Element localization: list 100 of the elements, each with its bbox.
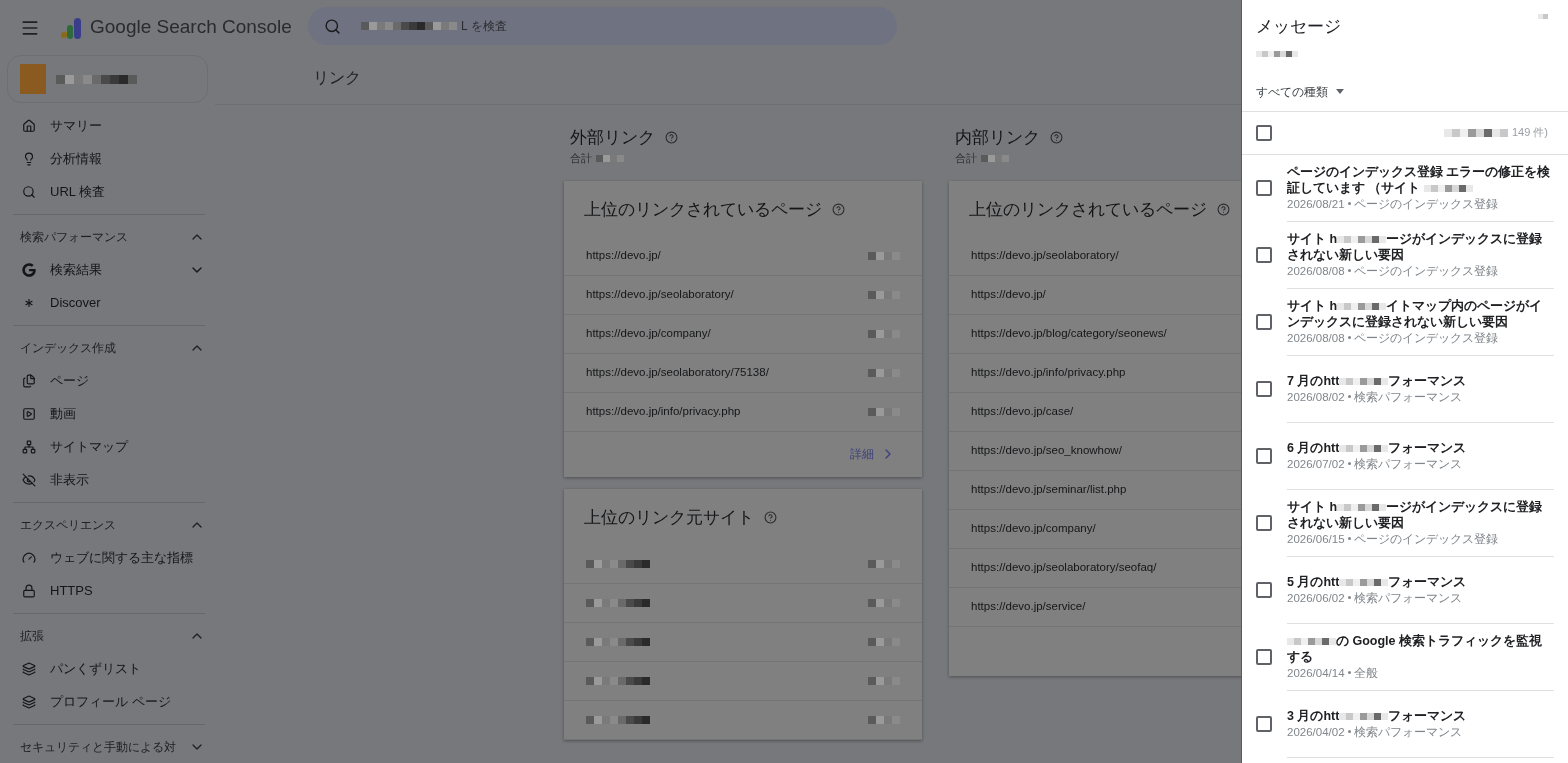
help-icon[interactable] bbox=[1050, 131, 1063, 145]
pixelated-count bbox=[868, 559, 900, 568]
url-text[interactable]: https://devo.jp/company/ bbox=[971, 519, 1096, 538]
lock-icon bbox=[22, 583, 36, 598]
pixelated-close bbox=[1538, 14, 1548, 19]
pixelated-text bbox=[1287, 637, 1336, 645]
card-title: 上位のリンク元サイト bbox=[584, 506, 754, 529]
checkbox[interactable] bbox=[1256, 448, 1272, 464]
help-icon[interactable] bbox=[665, 131, 678, 145]
pixelated-text bbox=[1339, 712, 1389, 720]
message-title[interactable]: 6 月のhtt フォーマンス bbox=[1287, 439, 1554, 456]
pixelated-count bbox=[868, 251, 900, 260]
message-category: ページのインデックス登録 bbox=[1353, 530, 1498, 547]
pixelated-text bbox=[1339, 377, 1389, 385]
message-category: 検索パフォーマンス bbox=[1353, 589, 1462, 606]
panel-title: メッセージ bbox=[1256, 16, 1341, 38]
section-header[interactable]: エクスペリエンス bbox=[0, 509, 215, 541]
url-text[interactable]: https://devo.jp/seolaboratory/seofaq/ bbox=[971, 558, 1157, 577]
message-title[interactable]: 5 月のhtt フォーマンス bbox=[1287, 573, 1554, 590]
url-text[interactable]: https://devo.jp/seolaboratory/75138/ bbox=[586, 363, 769, 382]
checkbox[interactable] bbox=[1256, 180, 1272, 196]
sidebar-item[interactable]: Discover bbox=[0, 286, 215, 319]
sidebar-item[interactable]: URL 検査 bbox=[0, 175, 215, 208]
help-icon[interactable] bbox=[764, 511, 777, 524]
message-title[interactable]: 7 月のhtt フォーマンス bbox=[1287, 372, 1554, 389]
message-category: 検索パフォーマンス bbox=[1353, 723, 1462, 740]
pixelated-text bbox=[1339, 444, 1389, 452]
card-title: 上位のリンクされているページ bbox=[584, 198, 822, 221]
message-count: 149 件) bbox=[1511, 125, 1548, 141]
checkbox[interactable] bbox=[1256, 124, 1272, 141]
message-date: 2026/07/02 bbox=[1287, 456, 1345, 472]
pixelated-text bbox=[1337, 503, 1387, 511]
pixelated-count bbox=[868, 637, 900, 646]
message-title[interactable]: の Google 検索トラフィックを監視する bbox=[1287, 632, 1554, 665]
sidebar-item[interactable]: ウェブに関する主な指標 bbox=[0, 541, 215, 574]
url-text[interactable]: https://devo.jp/service/ bbox=[971, 597, 1086, 616]
url-text[interactable]: https://devo.jp/info/privacy.php bbox=[971, 363, 1126, 382]
message-date: 2026/08/02 bbox=[1287, 389, 1345, 405]
message-title[interactable]: サイト h ージがインデックスに登録されない新しい要因 bbox=[1287, 230, 1554, 263]
sidebar-item[interactable]: パンくずリスト bbox=[0, 652, 215, 685]
message-date: 2026/08/08 bbox=[1287, 330, 1345, 346]
sidebar-item[interactable]: プロフィール ページ bbox=[0, 685, 215, 718]
url-text[interactable]: https://devo.jp/seo_knowhow/ bbox=[971, 441, 1122, 460]
sidebar-item[interactable]: サイトマップ bbox=[0, 430, 215, 463]
sidebar-item[interactable]: 分析情報 bbox=[0, 142, 215, 175]
message-title[interactable]: サイト h ージがインデックスに登録されない新しい要因 bbox=[1287, 498, 1554, 531]
sidebar-item[interactable]: サマリー bbox=[0, 109, 215, 142]
url-text[interactable]: https://devo.jp/company/ bbox=[586, 324, 711, 343]
type-filter[interactable]: すべての種類 bbox=[1242, 81, 1568, 102]
message-date: 2026/08/21 bbox=[1287, 196, 1345, 212]
message-category: 検索パフォーマンス bbox=[1353, 388, 1462, 405]
message-date: 2026/08/08 bbox=[1287, 263, 1345, 279]
help-icon[interactable] bbox=[832, 203, 845, 216]
url-text[interactable]: https://devo.jp/seminar/list.php bbox=[971, 480, 1127, 499]
message-title[interactable]: サイト h イトマップ内のページがインデックスに登録されない新しい要因 bbox=[1287, 297, 1554, 330]
section-header[interactable]: セキュリティと手動による対 bbox=[0, 731, 215, 763]
url-text[interactable]: https://devo.jp/ bbox=[971, 285, 1046, 304]
layers-icon bbox=[22, 661, 36, 676]
url-text[interactable]: https://devo.jp/seolaboratory/ bbox=[971, 246, 1119, 265]
url-text[interactable]: https://devo.jp/ bbox=[586, 246, 661, 265]
sidebar-item[interactable]: HTTPS bbox=[0, 574, 215, 607]
checkbox[interactable] bbox=[1256, 582, 1272, 598]
sidebar-item[interactable]: 動画 bbox=[0, 397, 215, 430]
pixelated-block bbox=[586, 677, 650, 686]
checkbox[interactable] bbox=[1256, 649, 1272, 665]
pixelated-text bbox=[1423, 184, 1473, 192]
url-text[interactable]: https://devo.jp/case/ bbox=[971, 402, 1074, 421]
url-text[interactable]: https://devo.jp/info/privacy.php bbox=[586, 402, 741, 421]
total-label: 合計 bbox=[955, 151, 977, 167]
pixelated-block bbox=[1443, 128, 1508, 137]
search-icon bbox=[324, 17, 341, 35]
url-text[interactable]: https://devo.jp/seolaboratory/ bbox=[586, 285, 734, 304]
section-header[interactable]: 拡張 bbox=[0, 620, 215, 652]
checkbox[interactable] bbox=[1256, 515, 1272, 531]
eye-off-icon bbox=[22, 472, 36, 487]
checkbox[interactable] bbox=[1256, 247, 1272, 263]
checkbox[interactable] bbox=[1256, 381, 1272, 397]
section-header[interactable]: 検索パフォーマンス bbox=[0, 221, 215, 253]
checkbox[interactable] bbox=[1256, 716, 1272, 732]
message-date: 2026/06/15 bbox=[1287, 531, 1345, 547]
pages-icon bbox=[22, 373, 36, 388]
url-text[interactable]: https://devo.jp/blog/category/seonews/ bbox=[971, 324, 1167, 343]
pixelated-count bbox=[868, 407, 900, 416]
message-title[interactable]: 3 月のhtt フォーマンス bbox=[1287, 707, 1554, 724]
sidebar-item[interactable]: ページ bbox=[0, 364, 215, 397]
search-placeholder: L を検査 bbox=[461, 18, 507, 35]
help-icon[interactable] bbox=[1217, 203, 1230, 216]
pixelated-count bbox=[868, 290, 900, 299]
search-field[interactable]: L を検査 bbox=[308, 7, 897, 45]
sidebar-item[interactable]: 非表示 bbox=[0, 463, 215, 496]
details-link[interactable]: 詳細 bbox=[850, 445, 896, 463]
message-title[interactable]: ページのインデックス登録 エラーの修正を検証しています （サイト bbox=[1287, 163, 1554, 196]
message-category: 検索パフォーマンス bbox=[1353, 455, 1462, 472]
sidebar-item[interactable]: 検索結果 bbox=[0, 253, 215, 286]
layers-icon bbox=[22, 694, 36, 709]
checkbox[interactable] bbox=[1256, 314, 1272, 330]
section-header[interactable]: インデックス作成 bbox=[0, 332, 215, 364]
page-title: リンク bbox=[313, 68, 361, 88]
pixelated-text bbox=[1339, 578, 1389, 586]
sitemap-icon bbox=[22, 439, 36, 454]
